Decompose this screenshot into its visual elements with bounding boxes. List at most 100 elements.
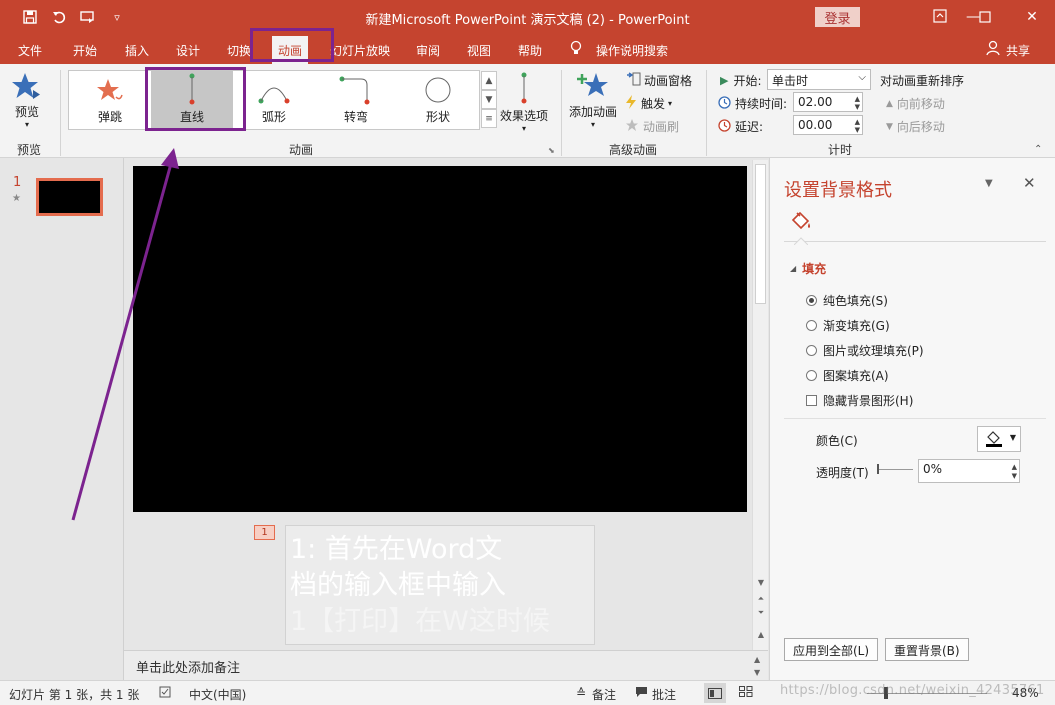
radio-pattern-fill[interactable]: 图案填充(A) <box>806 367 889 384</box>
apply-to-all-button[interactable]: 应用到全部(L) <box>784 638 879 661</box>
slide-sorter-icon[interactable] <box>739 686 753 700</box>
animation-pane-button[interactable]: 动画窗格 <box>625 72 692 89</box>
tab-home[interactable]: 开始 <box>73 42 97 59</box>
animation-gallery: 弹跳 直线 弧形 转弯 形状 <box>68 70 480 130</box>
pasted-text-box[interactable]: 1: 首先在Word文 档的输入框中输入 1【打印】在W这时候 <box>285 525 595 645</box>
radio-gradient-fill[interactable]: 渐变填充(G) <box>806 317 890 334</box>
transparency-slider[interactable] <box>877 469 913 470</box>
trigger-button[interactable]: 触发 ▾ <box>625 95 672 112</box>
fill-section-header[interactable]: ◢ 填充 <box>790 260 826 277</box>
slide-count: 幻灯片 第 1 张，共 1 张 <box>9 688 140 702</box>
notes-icon[interactable]: ≙ <box>576 686 586 700</box>
fill-bucket-icon[interactable] <box>789 211 813 236</box>
delay-up-icon[interactable]: ▲ <box>855 118 860 126</box>
color-picker-button[interactable]: ▼ <box>977 426 1021 452</box>
comments-icon[interactable] <box>635 686 648 701</box>
animation-dialog-launcher-icon[interactable]: ⬊ <box>548 146 555 155</box>
notes-scroll-icon[interactable]: ▲ <box>753 630 769 639</box>
delay-clock-icon <box>718 118 731 135</box>
window-title: 新建Microsoft PowerPoint 演示文稿 (2) - PowerP… <box>365 13 690 28</box>
watermark-url: https://blog.csdn.net/weixin_42435761 <box>780 683 1045 698</box>
bounce-star-icon <box>96 77 124 108</box>
duration-up-icon[interactable]: ▲ <box>855 95 860 103</box>
gallery-item-bounce[interactable]: 弹跳 <box>69 71 151 129</box>
spellcheck-icon[interactable] <box>159 686 171 701</box>
effect-options-icon <box>518 72 530 107</box>
tab-view[interactable]: 视图 <box>467 42 491 59</box>
add-animation-button[interactable]: 添加动画 ▾ <box>569 70 617 129</box>
start-select[interactable]: 单击时 ⌵ <box>767 69 871 90</box>
tab-review[interactable]: 审阅 <box>416 42 440 59</box>
delay-label: 延迟: <box>718 118 763 135</box>
close-window-icon[interactable]: ✕ <box>1019 5 1045 29</box>
slide-canvas[interactable] <box>133 166 747 512</box>
share-user-icon[interactable] <box>986 40 1000 59</box>
previous-slide-icon[interactable]: ⏶ <box>753 594 769 604</box>
tab-design[interactable]: 设计 <box>176 42 200 59</box>
slide-animation-tag: 1 <box>254 525 275 540</box>
scrollbar-thumb[interactable] <box>755 164 766 304</box>
editor-vertical-scrollbar[interactable]: ▼ ⏶ ⏷ ▲ <box>752 160 768 650</box>
turn-path-icon <box>339 75 373 108</box>
normal-view-icon[interactable] <box>704 683 726 703</box>
transparency-slider-handle[interactable] <box>877 464 879 474</box>
notes-scroll-down-icon[interactable]: ▼ <box>754 668 760 677</box>
language-indicator[interactable]: 中文(中国) <box>189 686 246 703</box>
duration-label: 持续时间: <box>718 95 787 112</box>
tab-help[interactable]: 帮助 <box>518 42 542 59</box>
duration-down-icon[interactable]: ▼ <box>855 103 860 111</box>
comments-toggle[interactable]: 批注 <box>652 686 676 703</box>
gallery-item-shape[interactable]: 形状 <box>397 71 479 129</box>
tell-me-search[interactable]: 操作说明搜索 <box>596 42 668 59</box>
collapse-ribbon-icon[interactable]: ⌃ <box>1034 144 1042 155</box>
move-earlier-button[interactable]: ▲ 向前移动 <box>886 95 945 112</box>
gallery-scroll-up-icon[interactable]: ▲ <box>481 71 497 90</box>
radio-solid-fill[interactable]: 纯色填充(S) <box>806 292 888 309</box>
ribbon-display-options-icon[interactable] <box>927 4 953 28</box>
delay-input[interactable]: 00.00 ▲ ▼ <box>793 115 863 135</box>
tab-slideshow[interactable]: 幻灯片放映 <box>330 42 390 59</box>
notes-scroll-up-icon[interactable]: ▲ <box>754 655 760 664</box>
duration-input[interactable]: 02.00 ▲ ▼ <box>793 92 863 112</box>
gallery-scroll-down-icon[interactable]: ▼ <box>481 90 497 109</box>
tab-file[interactable]: 文件 <box>18 42 42 59</box>
radio-button[interactable] <box>806 370 817 381</box>
tab-transitions[interactable]: 切换 <box>227 42 251 59</box>
add-animation-dropdown-icon: ▾ <box>591 120 596 129</box>
group-label-advanced: 高级动画 <box>609 143 658 157</box>
maximize-icon[interactable] <box>972 5 998 29</box>
notes-toggle[interactable]: 备注 <box>592 686 616 703</box>
gallery-more-icon[interactable]: ≡ <box>481 109 497 128</box>
move-earlier-icon: ▲ <box>886 98 893 109</box>
checkbox[interactable] <box>806 395 817 406</box>
transparency-up-icon[interactable]: ▲ <box>1012 463 1017 471</box>
share-button[interactable]: 共享 <box>1006 42 1030 59</box>
gallery-item-turn[interactable]: 转弯 <box>315 71 397 129</box>
transparency-input[interactable]: 0% ▲ ▼ <box>918 459 1020 483</box>
transparency-down-icon[interactable]: ▼ <box>1012 472 1017 480</box>
next-slide-icon[interactable]: ⏷ <box>753 608 769 618</box>
reset-background-button[interactable]: 重置背景(B) <box>885 638 969 661</box>
move-later-icon: ▼ <box>886 121 893 132</box>
animation-pane-icon <box>625 72 641 89</box>
annotation-arrow <box>71 148 179 521</box>
scroll-down-icon[interactable]: ▼ <box>753 578 769 587</box>
effect-options-button[interactable]: 效果选项 ▾ <box>500 72 548 133</box>
pane-options-dropdown-icon[interactable]: ▼ <box>985 178 993 189</box>
login-button[interactable]: 登录 <box>815 7 860 27</box>
preview-button[interactable]: 预览 ▾ <box>12 72 42 129</box>
tab-insert[interactable]: 插入 <box>125 42 149 59</box>
hide-background-checkbox[interactable]: 隐藏背景图形(H) <box>806 392 913 409</box>
transparency-label: 透明度(T) <box>816 466 869 480</box>
radio-button[interactable] <box>806 345 817 356</box>
notes-placeholder[interactable]: 单击此处添加备注 <box>124 650 768 680</box>
shape-path-icon <box>423 75 453 108</box>
animation-star-icon: ★ <box>12 193 21 204</box>
radio-picture-fill[interactable]: 图片或纹理填充(P) <box>806 342 924 359</box>
radio-button[interactable] <box>806 320 817 331</box>
animation-painter-button[interactable]: 动画刷 <box>625 118 679 135</box>
delay-down-icon[interactable]: ▼ <box>855 126 860 134</box>
radio-button[interactable] <box>806 295 817 306</box>
close-pane-icon[interactable]: ✕ <box>1023 174 1036 192</box>
move-later-button[interactable]: ▼ 向后移动 <box>886 118 945 135</box>
